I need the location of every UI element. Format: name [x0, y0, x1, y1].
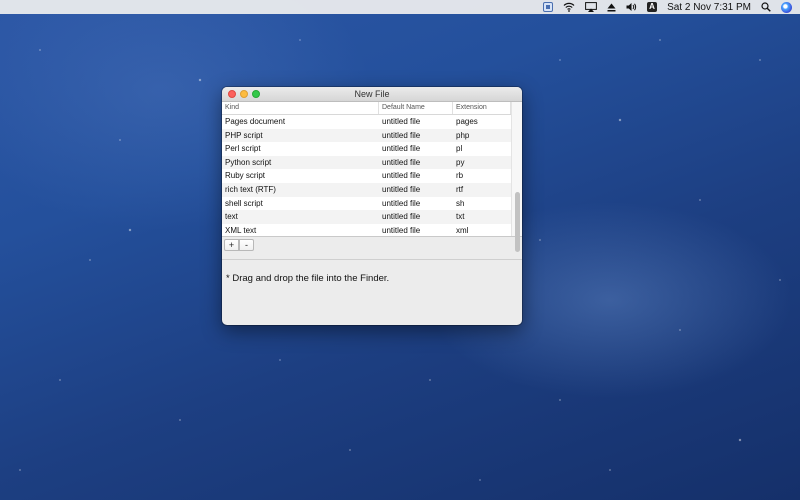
cell-extension: rb: [456, 171, 464, 181]
cell-kind: Perl script: [225, 144, 261, 154]
cell-kind: rich text (RTF): [225, 184, 276, 194]
table-row[interactable]: rich text (RTF) untitled file rtf: [222, 182, 511, 197]
spotlight-search-icon[interactable]: [761, 0, 771, 14]
table-row[interactable]: text untitled file txt: [222, 210, 511, 224]
menu-bar: A Sat 2 Nov 7:31 PM: [0, 0, 800, 14]
drag-drop-instruction: * Drag and drop the file into the Finder…: [226, 273, 390, 284]
airplay-icon[interactable]: [585, 0, 597, 14]
cell-default-name: untitled file: [382, 144, 421, 154]
table-header: Kind Default Name Extension: [222, 102, 511, 115]
cell-extension: pl: [456, 144, 463, 154]
input-source-label: A: [647, 2, 658, 12]
window-titlebar[interactable]: New File: [222, 87, 522, 102]
cell-kind: PHP script: [225, 130, 263, 140]
menu-bar-clock[interactable]: Sat 2 Nov 7:31 PM: [667, 0, 751, 14]
cell-default-name: untitled file: [382, 130, 421, 140]
cell-default-name: untitled file: [382, 117, 421, 126]
cell-kind: shell script: [225, 198, 263, 208]
cell-default-name: untitled file: [382, 171, 421, 181]
cell-extension: sh: [456, 198, 465, 208]
cell-kind: Ruby script: [225, 171, 266, 181]
window-title: New File: [354, 89, 390, 99]
app-window-icon[interactable]: [543, 0, 554, 14]
section-divider: [222, 259, 522, 260]
add-row-button[interactable]: +: [224, 239, 239, 251]
cell-extension: py: [456, 157, 465, 167]
input-source-icon[interactable]: A: [647, 0, 658, 14]
table-row[interactable]: Pages document untitled file pages: [222, 115, 511, 129]
table-button-bar: + -: [222, 237, 522, 253]
cell-extension: pages: [456, 117, 478, 126]
cell-kind: text: [225, 212, 238, 222]
table-row[interactable]: PHP script untitled file php: [222, 128, 511, 143]
cell-extension: rtf: [456, 184, 464, 194]
remove-row-button[interactable]: -: [239, 239, 254, 251]
cell-default-name: untitled file: [382, 225, 421, 235]
siri-icon[interactable]: [781, 0, 792, 14]
table-row[interactable]: shell script untitled file sh: [222, 197, 511, 211]
cell-default-name: untitled file: [382, 212, 421, 222]
new-file-window: New File Kind Default Name Extension Pag…: [222, 87, 522, 325]
cell-default-name: untitled file: [382, 198, 421, 208]
cell-default-name: untitled file: [382, 184, 421, 194]
column-header-kind[interactable]: Kind: [222, 102, 379, 114]
column-header-default-name[interactable]: Default Name: [379, 102, 453, 114]
cell-extension: xml: [456, 225, 469, 235]
vertical-scrollbar[interactable]: [511, 102, 522, 252]
cell-kind: Python script: [225, 157, 272, 167]
volume-icon[interactable]: [626, 0, 637, 14]
table-row[interactable]: Ruby script untitled file rb: [222, 169, 511, 183]
table-row[interactable]: XML text untitled file xml: [222, 224, 511, 236]
eject-icon[interactable]: [607, 0, 616, 14]
table-body: Pages document untitled file pages PHP scri…: [222, 115, 511, 236]
table-row[interactable]: Python script untitled file py: [222, 155, 511, 170]
file-types-table: Kind Default Name Extension Pages docume…: [222, 102, 522, 252]
column-header-extension[interactable]: Extension: [453, 102, 511, 114]
cell-kind: XML text: [225, 225, 257, 235]
cell-extension: txt: [456, 212, 465, 222]
cell-extension: php: [456, 130, 470, 140]
cell-kind: Pages document: [225, 117, 286, 126]
wifi-icon[interactable]: [563, 0, 575, 14]
cell-default-name: untitled file: [382, 157, 421, 167]
table-row[interactable]: Perl script untitled file pl: [222, 142, 511, 156]
